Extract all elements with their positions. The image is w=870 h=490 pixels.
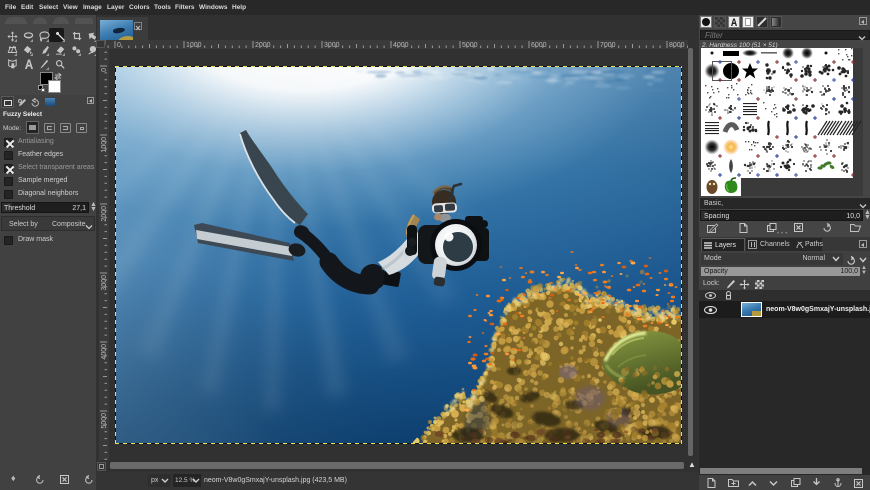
svg-text:0: 0 (117, 42, 121, 49)
svg-text:4000: 4000 (393, 42, 409, 49)
svg-text:8000: 8000 (669, 42, 685, 49)
svg-text:3000: 3000 (101, 275, 108, 291)
svg-text:5000: 5000 (462, 42, 478, 49)
svg-text:7000: 7000 (600, 42, 616, 49)
svg-text:2000: 2000 (101, 206, 108, 222)
svg-text:2000: 2000 (255, 42, 271, 49)
svg-text:0: 0 (101, 68, 108, 72)
svg-text:6000: 6000 (531, 42, 547, 49)
svg-text:1000: 1000 (101, 137, 108, 153)
svg-text:3000: 3000 (324, 42, 340, 49)
svg-text:5000: 5000 (101, 413, 108, 429)
svg-text:1000: 1000 (186, 42, 202, 49)
svg-text:4000: 4000 (101, 344, 108, 360)
